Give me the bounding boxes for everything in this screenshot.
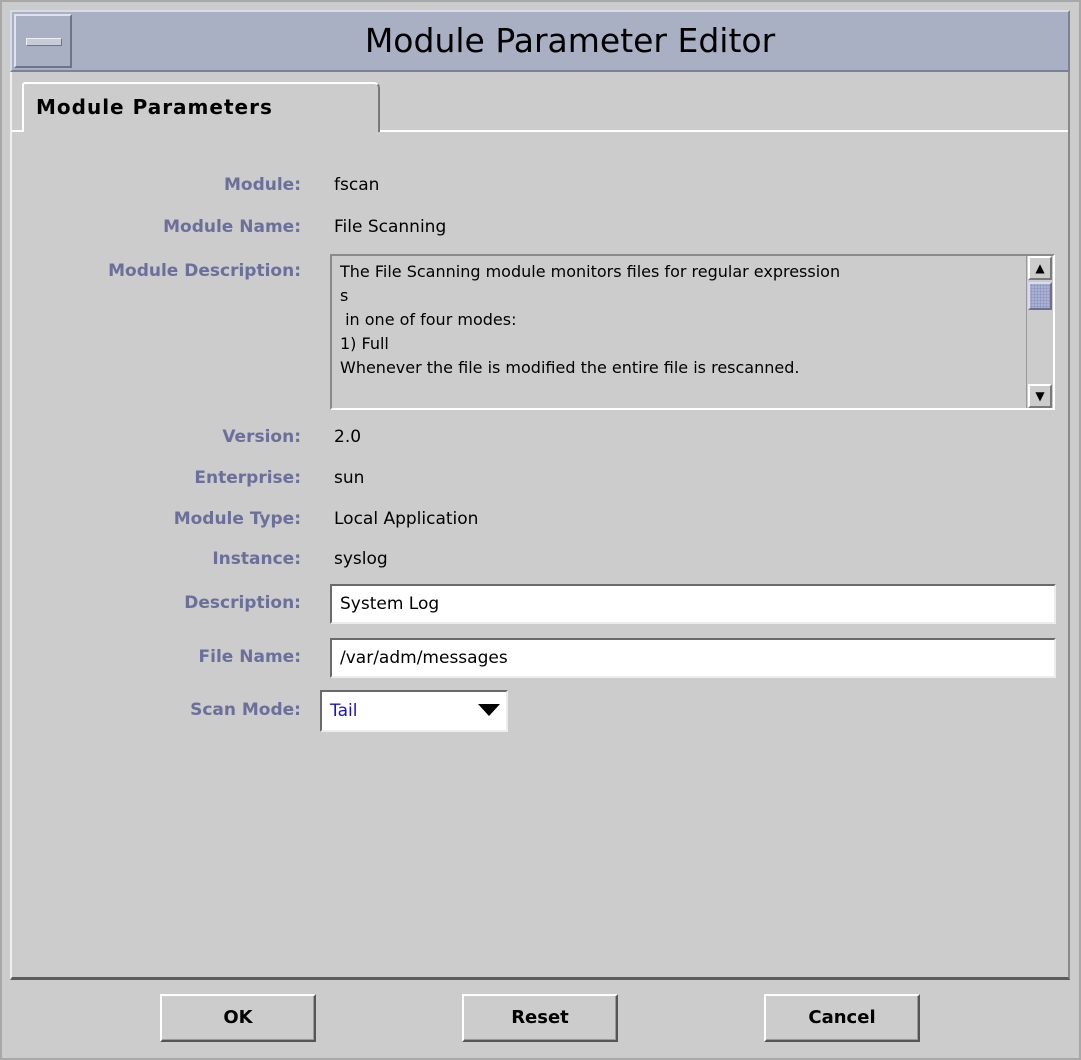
- module-description-scrollbar[interactable]: ▲ ▼: [1026, 256, 1053, 408]
- description-field[interactable]: System Log: [330, 584, 1056, 624]
- scan-mode-label: Scan Mode:: [190, 700, 301, 720]
- window-title: Module Parameter Editor: [364, 21, 776, 60]
- module-name-label: Module Name:: [163, 217, 301, 237]
- tab-divider: [380, 130, 1068, 132]
- module-parameter-editor-window: Module Parameter Editor Module Parameter…: [0, 0, 1081, 1060]
- scroll-up-arrow-icon[interactable]: ▲: [1028, 256, 1052, 280]
- window-menu-icon: [26, 38, 62, 46]
- description-label: Description:: [184, 593, 301, 613]
- version-label: Version:: [222, 427, 301, 447]
- ok-button[interactable]: OK: [160, 994, 316, 1042]
- dropdown-arrow-icon[interactable]: [478, 704, 500, 716]
- scroll-down-arrow-icon[interactable]: ▼: [1028, 384, 1052, 408]
- tab-panel: Module Parameters Module: fscan Module N…: [10, 72, 1070, 980]
- instance-label: Instance:: [212, 549, 301, 569]
- window-menu-button[interactable]: [14, 14, 72, 68]
- enterprise-label: Enterprise:: [194, 468, 301, 488]
- module-name-value: File Scanning: [334, 217, 447, 237]
- version-value: 2.0: [334, 427, 362, 447]
- scan-mode-selected-value: Tail: [330, 701, 358, 721]
- module-label: Module:: [223, 175, 301, 195]
- module-description-text[interactable]: The File Scanning module monitors files …: [334, 258, 1024, 406]
- module-description-area[interactable]: The File Scanning module monitors files …: [330, 254, 1055, 410]
- module-type-label: Module Type:: [173, 509, 301, 529]
- file-name-field[interactable]: /var/adm/messages: [330, 638, 1056, 678]
- tab-divider: [12, 130, 22, 132]
- file-name-label: File Name:: [198, 647, 301, 667]
- button-bar: OK Reset Cancel: [10, 982, 1070, 1060]
- enterprise-value: sun: [334, 468, 365, 488]
- cancel-button[interactable]: Cancel: [764, 994, 920, 1042]
- module-value: fscan: [334, 175, 380, 195]
- scrollbar-thumb[interactable]: [1028, 282, 1052, 310]
- module-type-value: Local Application: [334, 509, 479, 529]
- instance-value: syslog: [334, 549, 388, 569]
- tab-module-parameters[interactable]: Module Parameters: [22, 82, 380, 132]
- reset-button[interactable]: Reset: [462, 994, 618, 1042]
- module-description-label: Module Description:: [108, 261, 301, 281]
- scan-mode-select[interactable]: Tail: [320, 690, 508, 732]
- title-bar[interactable]: Module Parameter Editor: [10, 10, 1070, 72]
